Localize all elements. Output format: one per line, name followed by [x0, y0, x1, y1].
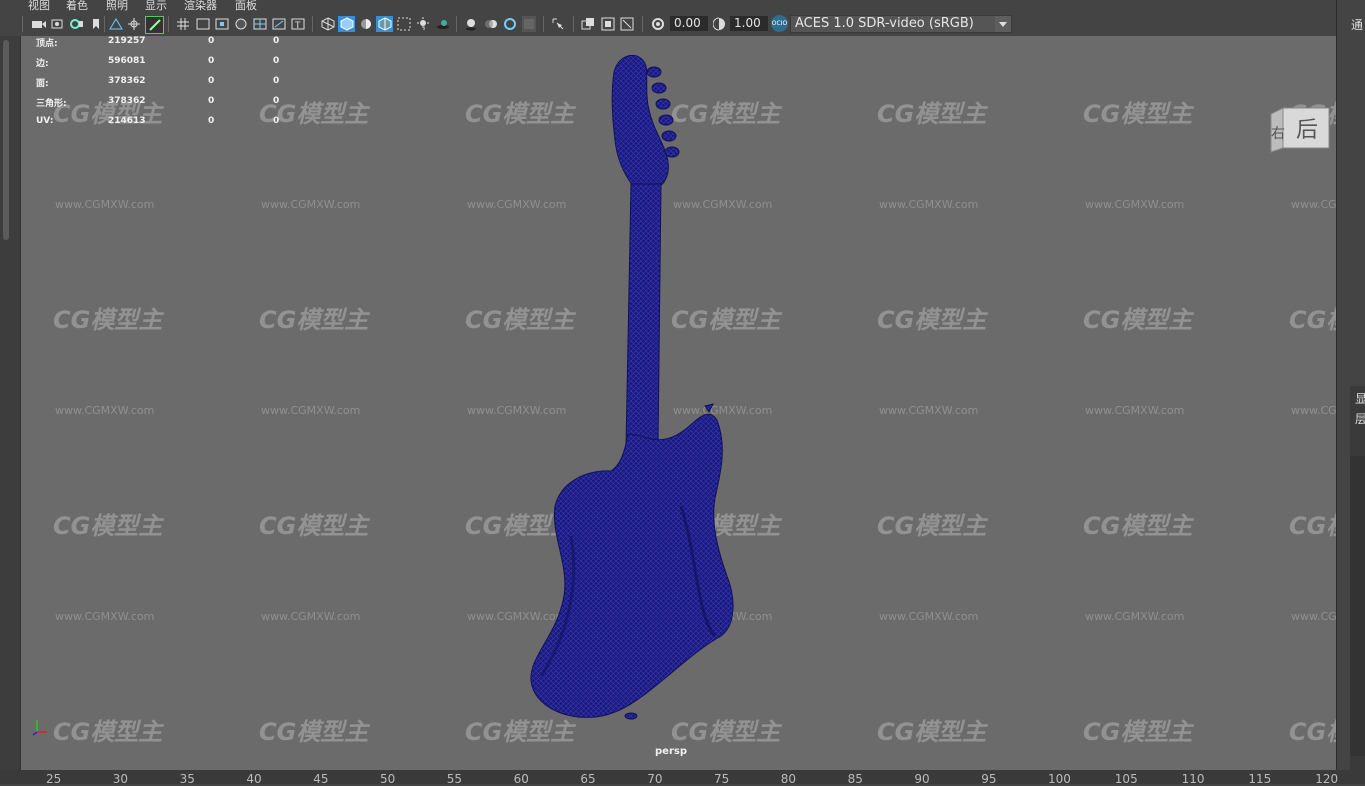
toolbar-separator — [312, 16, 313, 32]
hud-label: 顶点: — [36, 39, 58, 49]
hud-value: 378362 — [108, 96, 146, 106]
right-side-panel: 通 显 层 — [1336, 0, 1365, 770]
motion-blur-icon[interactable] — [483, 16, 499, 32]
view-transform-select[interactable]: ACES 1.0 SDR-video (sRGB) — [790, 15, 1012, 33]
gate-mask-icon[interactable] — [233, 16, 249, 32]
hud-label: 面: — [36, 79, 49, 89]
safe-action-icon[interactable] — [271, 16, 287, 32]
hud-value: 0 — [208, 96, 215, 106]
camera-playback-icon[interactable] — [600, 16, 616, 32]
hud-value: 0 — [273, 116, 280, 126]
toolbar-separator — [168, 16, 169, 32]
right-panel-top-label: 通 — [1351, 18, 1364, 32]
grid-icon[interactable] — [176, 16, 190, 32]
lights-icon[interactable] — [415, 16, 431, 32]
bookmark-camera-icon[interactable] — [69, 16, 85, 32]
smooth-shade-icon[interactable] — [338, 16, 355, 32]
depth-of-field-icon[interactable] — [522, 16, 536, 32]
camera-select-icon[interactable] — [31, 16, 47, 32]
exposure-icon[interactable] — [650, 16, 666, 32]
axis-gizmo-icon — [32, 720, 47, 736]
hud-value: 0 — [208, 116, 215, 126]
image-plane-icon[interactable] — [108, 16, 124, 32]
gamma-input[interactable]: 1.00 — [730, 16, 768, 31]
guitar-body — [530, 413, 734, 718]
color-management-toggle[interactable]: OCIO — [771, 15, 788, 32]
hud-value: 219257 — [108, 36, 146, 46]
camera-name-label: persp — [655, 746, 687, 757]
exposure-input[interactable]: 0.00 — [670, 16, 708, 31]
toolbar-separator — [22, 16, 23, 32]
resolution-gate-icon[interactable] — [214, 16, 230, 32]
right-panel-layer-tab[interactable]: 层 — [1355, 410, 1365, 427]
panel-toolbar: T 0.00 1.00 OCIO ACES 1.0 SDR-video (sRG… — [0, 12, 1338, 36]
wireframe-on-shaded-icon[interactable] — [376, 16, 393, 32]
hud-label: 边: — [36, 59, 49, 69]
grease-pencil-icon[interactable] — [145, 16, 164, 34]
wireframe-icon[interactable] — [320, 16, 336, 32]
left-scrollbar[interactable] — [3, 40, 9, 240]
hud-value: 214613 — [108, 116, 146, 126]
toolbar-separator — [104, 16, 105, 32]
svg-text:T: T — [294, 21, 301, 30]
panel-menu-bar: 视图 着色 照明 显示 渲染器 面板 — [0, 0, 1338, 12]
screen-space-ao-icon[interactable] — [463, 16, 479, 32]
hud-value: 378362 — [108, 76, 146, 86]
frame-selected-icon[interactable] — [619, 16, 635, 32]
camera-attributes-icon[interactable] — [51, 16, 67, 32]
default-material-icon[interactable] — [358, 16, 374, 32]
anti-aliasing-icon[interactable] — [502, 16, 518, 32]
viewcube-icon[interactable]: 后 右 — [1269, 104, 1331, 154]
right-panel-display-tab[interactable]: 显 — [1355, 390, 1365, 407]
field-chart-icon[interactable] — [252, 16, 268, 32]
viewcube-back-label: 后 — [1296, 118, 1318, 143]
shadows-icon[interactable] — [435, 16, 451, 32]
xray-icon[interactable] — [396, 16, 412, 32]
timeline-ruler[interactable]: 25 30 35 40 45 50 55 60 65 70 75 80 85 90 95 100 105 110 1… — [0, 770, 1365, 786]
toolbar-separator — [456, 16, 457, 32]
view-transform-value: ACES 1.0 SDR-video (sRGB) — [795, 16, 974, 31]
chevron-down-icon[interactable] — [995, 16, 1011, 32]
right-panel-list — [1350, 456, 1365, 756]
hud-value: 0 — [273, 56, 280, 66]
left-tool-strip — [0, 36, 20, 770]
guitar-neck — [625, 183, 662, 447]
toolbar-separator — [543, 16, 544, 32]
hud-toggle-icon[interactable] — [580, 16, 596, 32]
two-d-pan-zoom-icon[interactable] — [126, 16, 142, 32]
hud-label: UV: — [36, 116, 54, 126]
gamma-icon[interactable] — [712, 16, 726, 32]
hud-value: 0 — [273, 76, 280, 86]
hud-value: 0 — [208, 36, 215, 46]
hud-value: 0 — [273, 36, 280, 46]
safe-title-icon[interactable]: T — [290, 16, 306, 32]
hud-value: 596081 — [108, 56, 146, 66]
hud-value: 0 — [208, 76, 215, 86]
toolbar-separator — [573, 16, 574, 32]
hud-value: 0 — [273, 96, 280, 106]
isolate-select-icon[interactable] — [550, 16, 566, 32]
hud-value: 0 — [208, 56, 215, 66]
perspective-viewport[interactable]: CG模型主 www.CGMXW.com CG模型主 www.CGMXW.com CG模型… — [20, 36, 1337, 770]
film-gate-icon[interactable] — [195, 16, 211, 32]
hud-label: 三角形: — [36, 99, 67, 109]
bookmark-icon[interactable] — [91, 16, 101, 32]
guitar-model[interactable] — [21, 36, 1337, 770]
viewcube-right-label: 右 — [1271, 126, 1285, 142]
toolbar-separator — [642, 16, 643, 32]
